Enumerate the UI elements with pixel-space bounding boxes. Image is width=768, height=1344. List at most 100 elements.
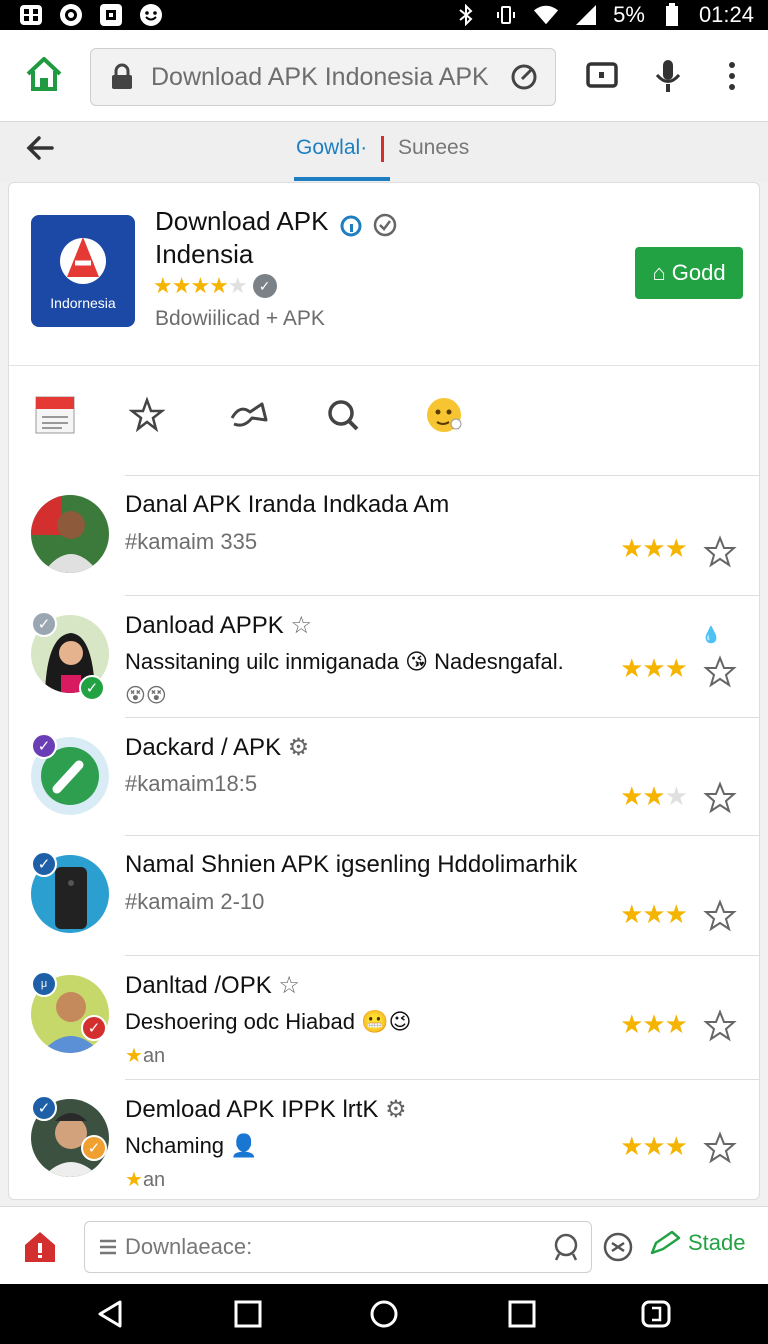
app-card: Indornesia Download APK Indensia ★★★★★ ✓… — [8, 182, 760, 1200]
nav-recents-icon[interactable] — [506, 1298, 538, 1330]
item-title: Danload APPK ☆ — [125, 612, 312, 639]
list-item[interactable]: ✓ ✓ Danload APPK ☆ Nassitaning uilc inmi… — [9, 597, 759, 715]
info-badge-icon — [340, 212, 362, 237]
menu-icon[interactable] — [97, 1236, 119, 1258]
app-icon[interactable]: Indornesia — [31, 215, 135, 327]
item-tag: ★an — [125, 1045, 166, 1067]
item-subtitle: Nchaming 👤 — [125, 1133, 258, 1158]
star-icon[interactable] — [125, 393, 169, 437]
item-title: Danal APK Iranda Indkada Am — [125, 491, 450, 518]
item-subtitle: #kamaim 335 — [125, 529, 258, 554]
list-item[interactable]: μ ✓ Danltad /OPK ☆ Deshoering odc Hiabad… — [9, 957, 759, 1075]
home-badge-icon: ⌂ — [652, 260, 666, 285]
nav-assistant-icon[interactable] — [640, 1298, 672, 1330]
nav-square-icon[interactable] — [232, 1298, 264, 1330]
wifi-icon — [533, 4, 559, 26]
nav-home-icon[interactable] — [368, 1298, 400, 1330]
item-subtitle: #kamaim18:5 — [125, 771, 258, 796]
tab-sunees[interactable]: Sunees — [398, 136, 469, 160]
address-bar[interactable]: Download APK Indonesia APK — [90, 48, 556, 106]
bottom-search-placeholder: Downlaeace: — [125, 1234, 253, 1259]
emoji-icon[interactable] — [423, 393, 467, 437]
item-tag: ★an — [125, 1169, 166, 1191]
item-emoji-line: 😵😵 — [125, 685, 167, 707]
check-badge-icon: ✓ — [81, 1015, 107, 1041]
clock-time: 01:24 — [698, 2, 754, 27]
reload-icon[interactable] — [509, 62, 539, 92]
check-badge-icon: ✓ — [79, 675, 105, 701]
favorite-star-icon[interactable] — [703, 655, 737, 689]
divider — [9, 365, 759, 366]
signal-icon — [573, 4, 599, 26]
home-icon[interactable] — [22, 52, 66, 96]
item-subtitle: #kamaim 2-10 — [125, 889, 265, 914]
avatar — [31, 495, 109, 573]
stade-label: Stade — [688, 1230, 746, 1255]
search-icon[interactable] — [321, 393, 365, 437]
smiley-app-icon — [138, 4, 164, 26]
list-item[interactable]: ✓ ✓ Demload APK IPPK lrtK ⚙ Nchaming 👤 ★… — [9, 1081, 759, 1199]
tab-gowlal[interactable]: Gowlal· — [296, 136, 367, 160]
drop-icon: 💧 — [701, 627, 721, 644]
flag-list-icon[interactable] — [33, 393, 77, 437]
list-item[interactable]: ✓ Namal Shnien APK igsenling Hddolimarhi… — [9, 837, 759, 955]
item-subtitle: Nassitaning uilc inmiganada 😘 Nadesngafa… — [125, 649, 564, 674]
divider — [125, 1079, 759, 1080]
install-button[interactable]: ⌂ Godd — [635, 247, 743, 299]
outline-star-icon: ☆ — [278, 972, 300, 999]
status-bar: 5% 01:24 — [0, 0, 768, 30]
item-title: Namal Shnien APK igsenling Hddolimarhik — [125, 851, 578, 878]
circle-app-icon — [58, 4, 84, 26]
verified-badge-icon: ⚙ — [287, 734, 310, 761]
check-badge-icon: ✓ — [81, 1135, 107, 1161]
item-rating-stars: ★★★ — [620, 653, 688, 683]
divider — [125, 955, 759, 956]
outline-star-icon: ☆ — [290, 612, 312, 639]
chat-icon[interactable] — [551, 1232, 581, 1262]
item-subtitle: Deshoering odc Hiabad 😬😉 — [125, 1009, 412, 1034]
settings-circle-icon[interactable] — [602, 1231, 634, 1263]
favorite-star-icon[interactable] — [703, 1131, 737, 1165]
active-tab-indicator — [294, 177, 390, 181]
tab-separator — [381, 136, 384, 162]
share-icon[interactable] — [227, 393, 271, 437]
app-icon-tag: Indornesia — [50, 295, 116, 311]
item-emoji: 😘 — [405, 649, 428, 674]
divider — [125, 717, 759, 718]
favorite-star-icon[interactable] — [703, 535, 737, 569]
vibrate-icon — [493, 4, 519, 26]
item-emoji: 😬😉 — [361, 1009, 412, 1034]
check-badge-icon: ✓ — [31, 733, 57, 759]
stade-button[interactable]: Stade — [648, 1229, 746, 1257]
battery-icon — [659, 3, 685, 26]
item-title: Dackard / APK ⚙ — [125, 734, 310, 761]
list-item[interactable]: Danal APK Iranda Indkada Am #kamaim 335 … — [9, 477, 759, 595]
check-badge-icon: ✓ — [31, 611, 57, 637]
tab-bar: Gowlal· Sunees — [0, 122, 768, 182]
item-rating-stars: ★★★ — [620, 533, 688, 563]
tabs-icon[interactable] — [582, 56, 622, 96]
app-rating: ★★★★★ ✓ — [153, 273, 277, 299]
favorite-star-icon[interactable] — [703, 781, 737, 815]
item-rating-stars: ★★★ — [620, 899, 688, 929]
install-button-label: Godd — [671, 260, 726, 285]
item-rating-stars: ★★★ — [620, 1009, 688, 1039]
shield-badge-icon: ✓ — [252, 274, 277, 298]
divider — [125, 595, 759, 596]
more-menu-icon[interactable] — [712, 56, 752, 96]
nav-back-icon[interactable] — [94, 1298, 126, 1330]
favorite-star-icon[interactable] — [703, 899, 737, 933]
list-item[interactable]: ✓ Dackard / APK ⚙ #kamaim18:5 ★★★ — [9, 719, 759, 837]
person-thumb-icon: 👤 — [230, 1133, 258, 1158]
battery-percent: 5% — [613, 2, 645, 27]
app-rating-stars: ★★★★★ — [153, 273, 248, 298]
favorite-star-icon[interactable] — [703, 1009, 737, 1043]
bottom-search-input[interactable]: Downlaeace: — [84, 1221, 592, 1273]
home-icon[interactable] — [22, 1229, 58, 1265]
microphone-icon[interactable] — [648, 56, 688, 96]
mu-badge-icon: μ — [31, 971, 57, 997]
item-rating-stars: ★★★ — [620, 781, 688, 811]
back-arrow-icon[interactable] — [22, 130, 58, 166]
item-title: Danltad /OPK ☆ — [125, 972, 300, 999]
browser-toolbar: Download APK Indonesia APK — [0, 30, 768, 122]
